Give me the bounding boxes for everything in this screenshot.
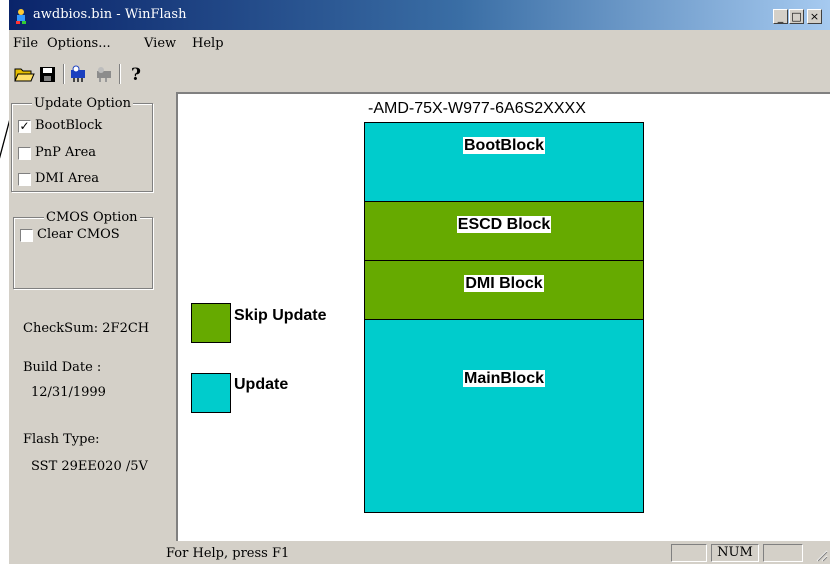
- chip-id-title: -AMD-75X-W977-6A6S2XXXX: [368, 100, 586, 117]
- toolbar-separator: [119, 64, 121, 84]
- resize-grip-icon[interactable]: [814, 548, 828, 562]
- menu-view[interactable]: View: [144, 36, 176, 51]
- clear-cmos-label: Clear CMOS: [37, 227, 120, 242]
- flash-chip-icon[interactable]: [67, 62, 89, 86]
- status-bar: For Help, press F1 NUM: [9, 541, 830, 564]
- open-folder-icon[interactable]: [13, 62, 35, 86]
- pnp-area-label: PnP Area: [35, 145, 97, 160]
- dmi-area-checkbox[interactable]: [18, 173, 31, 186]
- checksum-text: CheckSum: 2F2CH: [23, 321, 150, 336]
- build-date-label: Build Date :: [23, 360, 102, 375]
- help-question-icon[interactable]: ?: [125, 62, 147, 86]
- update-label: Update: [234, 376, 289, 393]
- menu-help[interactable]: Help: [192, 36, 224, 51]
- bootblock-label: BootBlock: [35, 118, 103, 133]
- dmi-area-label: DMI Area: [35, 171, 100, 186]
- flash-tool-icon[interactable]: [93, 62, 115, 86]
- dmi-block-region: DMI Block: [364, 260, 644, 320]
- flash-map-area: Skip Update Update -AMD-75X-W977-6A6S2XX…: [176, 92, 830, 541]
- update-option-title: Update Option: [32, 96, 133, 111]
- bootblock-checkbox[interactable]: ✓: [18, 120, 31, 133]
- sidebar-panel: Update Option ✓ BootBlock PnP Area DMI A…: [9, 92, 176, 541]
- bootblock-region-label: BootBlock: [463, 137, 545, 154]
- bootblock-region: BootBlock: [364, 122, 644, 202]
- menu-options[interactable]: Options...: [47, 36, 111, 51]
- mainblock-region: MainBlock: [364, 319, 644, 513]
- minimize-button[interactable]: _: [773, 9, 788, 24]
- title-bar[interactable]: awdbios.bin - WinFlash _ □ ×: [9, 0, 830, 30]
- skip-update-swatch: [191, 303, 231, 343]
- svg-text:?: ?: [131, 65, 141, 85]
- save-disk-icon[interactable]: [37, 62, 59, 86]
- clear-cmos-checkbox[interactable]: [20, 229, 33, 242]
- pnp-area-checkbox[interactable]: [18, 147, 31, 160]
- escd-block-region: ESCD Block: [364, 201, 644, 261]
- toolbar-separator: [63, 64, 65, 84]
- status-caps-pane: [671, 544, 707, 562]
- flash-type-value: SST 29EE020 /5V: [31, 459, 148, 474]
- cmos-option-title: CMOS Option: [44, 210, 140, 225]
- status-num-pane: NUM: [711, 544, 759, 562]
- maximize-button[interactable]: □: [789, 9, 804, 24]
- close-button[interactable]: ×: [807, 9, 822, 24]
- status-help-text: For Help, press F1: [166, 546, 290, 561]
- build-date-value: 12/31/1999: [31, 385, 106, 400]
- window-title: awdbios.bin - WinFlash: [33, 7, 187, 22]
- dmi-block-region-label: DMI Block: [464, 275, 544, 292]
- escd-block-region-label: ESCD Block: [456, 216, 552, 233]
- menu-file[interactable]: File: [13, 36, 38, 51]
- status-scroll-pane: [763, 544, 803, 562]
- skip-update-label: Skip Update: [234, 307, 327, 324]
- app-icon: [16, 9, 26, 24]
- winflash-window: awdbios.bin - WinFlash _ □ × File Option…: [9, 0, 830, 564]
- mainblock-region-label: MainBlock: [462, 370, 545, 387]
- update-swatch: [191, 373, 231, 413]
- cmos-option-group: CMOS Option Clear CMOS: [13, 210, 153, 289]
- update-option-group: Update Option ✓ BootBlock PnP Area DMI A…: [11, 96, 153, 192]
- flash-type-label: Flash Type:: [23, 432, 100, 447]
